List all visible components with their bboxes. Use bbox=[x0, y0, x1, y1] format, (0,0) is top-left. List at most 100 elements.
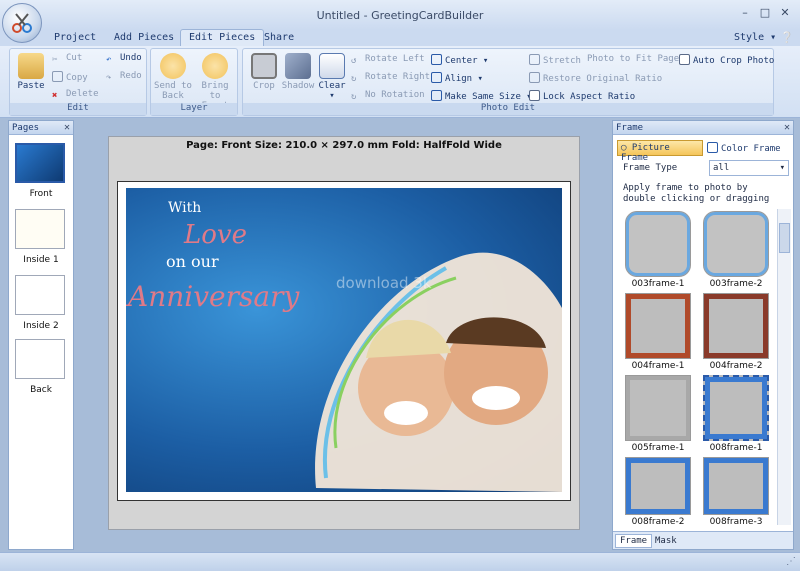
frame-008-2[interactable] bbox=[625, 457, 691, 515]
resize-grip-icon[interactable]: ⋰ bbox=[786, 556, 796, 567]
frame-003-1[interactable] bbox=[625, 211, 691, 277]
window-title: Untitled - GreetingCardBuilder bbox=[316, 9, 484, 22]
no-rotation-icon: ↻ bbox=[351, 92, 357, 102]
clear-dropdown-icon[interactable]: ▾ bbox=[329, 91, 334, 101]
photo-edit-group-label: Photo Edit bbox=[243, 103, 773, 115]
shadow-label: Shadow bbox=[281, 81, 315, 91]
tab-share[interactable]: Share bbox=[256, 30, 302, 46]
tab-frame[interactable]: Frame bbox=[615, 534, 653, 548]
frame-004-2[interactable] bbox=[703, 293, 769, 359]
color-frame-icon bbox=[707, 142, 718, 153]
send-to-back-button[interactable]: Send to Back bbox=[153, 53, 193, 101]
frame-scrollbar-thumb[interactable] bbox=[779, 223, 790, 253]
style-menu-label: Style bbox=[734, 32, 765, 43]
undo-label: Undo bbox=[120, 53, 142, 63]
maximize-icon[interactable]: □ bbox=[756, 6, 774, 22]
card-photo[interactable]: With Love on our Anniversary download 3k bbox=[126, 188, 562, 492]
pages-panel: Pages ✕ Front Inside 1 Inside 2 Back bbox=[8, 120, 74, 550]
align-label: Align bbox=[445, 74, 473, 84]
crop-icon bbox=[251, 53, 277, 79]
tab-project[interactable]: Project bbox=[46, 30, 104, 46]
page-thumb-inside-2[interactable] bbox=[15, 275, 65, 315]
edit-group-label: Edit bbox=[10, 103, 146, 115]
close-icon[interactable]: ✕ bbox=[776, 6, 794, 22]
frame-scrollbar[interactable] bbox=[777, 209, 791, 525]
frame-type-value: all bbox=[713, 163, 730, 173]
page-label-front: Front bbox=[29, 189, 53, 199]
watermark: download 3k bbox=[336, 274, 432, 292]
app-menu-button[interactable] bbox=[2, 3, 42, 43]
restore-ratio-icon bbox=[529, 72, 540, 83]
stretch-button[interactable]: Stretch bbox=[529, 54, 581, 66]
scissors-icon bbox=[12, 13, 32, 33]
crop-label: Crop bbox=[253, 81, 275, 91]
rotate-right-icon: ↻ bbox=[351, 74, 357, 84]
lock-aspect-label: Lock Aspect Ratio bbox=[543, 92, 636, 102]
page-thumb-back[interactable] bbox=[15, 339, 65, 379]
delete-button[interactable]: ✖ Delete bbox=[52, 89, 99, 102]
delete-icon: ✖ bbox=[52, 91, 58, 101]
card-text-with: With bbox=[168, 200, 202, 216]
make-same-size-label: Make Same Size bbox=[445, 92, 521, 102]
send-to-back-icon bbox=[160, 53, 186, 79]
make-same-size-button[interactable]: Make Same Size ▾ bbox=[431, 90, 532, 102]
auto-crop-checkbox[interactable]: Auto Crop Photo bbox=[679, 54, 774, 66]
tab-edit-pieces[interactable]: Edit Pieces bbox=[180, 29, 265, 47]
frame-label: 008frame-3 bbox=[709, 517, 763, 527]
help-icon[interactable]: ❔ bbox=[780, 31, 794, 44]
copy-label: Copy bbox=[66, 73, 88, 83]
card-text-anniversary: Anniversary bbox=[128, 280, 300, 313]
photo-fit-label: Photo to Fit Page bbox=[587, 54, 680, 64]
layer-group: Send to Back Bring to Front Layer bbox=[150, 48, 238, 116]
clear-label: Clear bbox=[318, 81, 346, 91]
page-thumb-inside-1[interactable] bbox=[15, 209, 65, 249]
shadow-button[interactable]: Shadow bbox=[281, 53, 315, 91]
chevron-down-icon: ▾ bbox=[779, 163, 785, 173]
clear-button[interactable]: Clear ▾ bbox=[317, 53, 347, 101]
no-rotation-button[interactable]: ↻ No Rotation bbox=[351, 90, 425, 103]
crop-button[interactable]: Crop bbox=[249, 53, 279, 91]
pages-close-icon[interactable]: ✕ bbox=[64, 122, 70, 133]
photo-fit-page-button[interactable]: Photo to Fit Page bbox=[587, 54, 679, 64]
picture-frame-icon: ◯ bbox=[621, 143, 627, 153]
copy-button[interactable]: Copy bbox=[52, 71, 88, 83]
frame-label: 008frame-1 bbox=[709, 443, 763, 453]
shadow-icon bbox=[285, 53, 311, 79]
restore-ratio-label: Restore Original Ratio bbox=[543, 74, 663, 84]
frame-close-icon[interactable]: ✕ bbox=[784, 122, 790, 133]
minimize-icon[interactable]: – bbox=[736, 6, 754, 22]
picture-frame-button[interactable]: ◯ Picture Frame bbox=[617, 140, 703, 163]
same-size-icon bbox=[431, 90, 442, 101]
rotate-left-icon: ↺ bbox=[351, 56, 357, 66]
scissors-icon: ✂ bbox=[52, 55, 58, 65]
paste-button[interactable]: Paste bbox=[14, 53, 48, 91]
center-button[interactable]: Center ▾ bbox=[431, 54, 488, 66]
frame-005-1[interactable] bbox=[625, 375, 691, 441]
frame-label: 005frame-1 bbox=[631, 443, 685, 453]
redo-button[interactable]: ↷ Redo bbox=[106, 71, 142, 84]
frame-label: 008frame-2 bbox=[631, 517, 685, 527]
align-button[interactable]: Align ▾ bbox=[431, 72, 483, 84]
edit-group: Paste ✂ Cut Copy ✖ Delete ↶ Undo ↷ Redo Edit bbox=[9, 48, 147, 116]
lock-aspect-checkbox[interactable]: Lock Aspect Ratio bbox=[529, 90, 635, 102]
frame-type-select[interactable]: all ▾ bbox=[709, 160, 789, 176]
restore-ratio-button[interactable]: Restore Original Ratio bbox=[529, 72, 662, 84]
rotate-left-button[interactable]: ↺ Rotate Left bbox=[351, 54, 425, 67]
frame-bottom-tabs: Frame Mask bbox=[613, 531, 793, 549]
frame-008-1[interactable] bbox=[703, 375, 769, 441]
redo-icon: ↷ bbox=[106, 73, 112, 83]
undo-button[interactable]: ↶ Undo bbox=[106, 53, 142, 66]
frame-003-2[interactable] bbox=[703, 211, 769, 277]
cut-button[interactable]: ✂ Cut bbox=[52, 53, 82, 66]
frame-label: 003frame-1 bbox=[631, 279, 685, 289]
center-label: Center bbox=[445, 56, 478, 66]
style-menu[interactable]: Style ▾ bbox=[726, 30, 784, 46]
frame-004-1[interactable] bbox=[625, 293, 691, 359]
no-rotation-label: No Rotation bbox=[365, 90, 425, 100]
rotate-right-button[interactable]: ↻ Rotate Right bbox=[351, 72, 430, 85]
page-thumb-front[interactable] bbox=[15, 143, 65, 183]
tab-mask[interactable]: Mask bbox=[651, 535, 681, 547]
tab-add-pieces[interactable]: Add Pieces bbox=[106, 30, 182, 46]
frame-008-3[interactable] bbox=[703, 457, 769, 515]
color-frame-button[interactable]: Color Frame bbox=[707, 142, 781, 154]
